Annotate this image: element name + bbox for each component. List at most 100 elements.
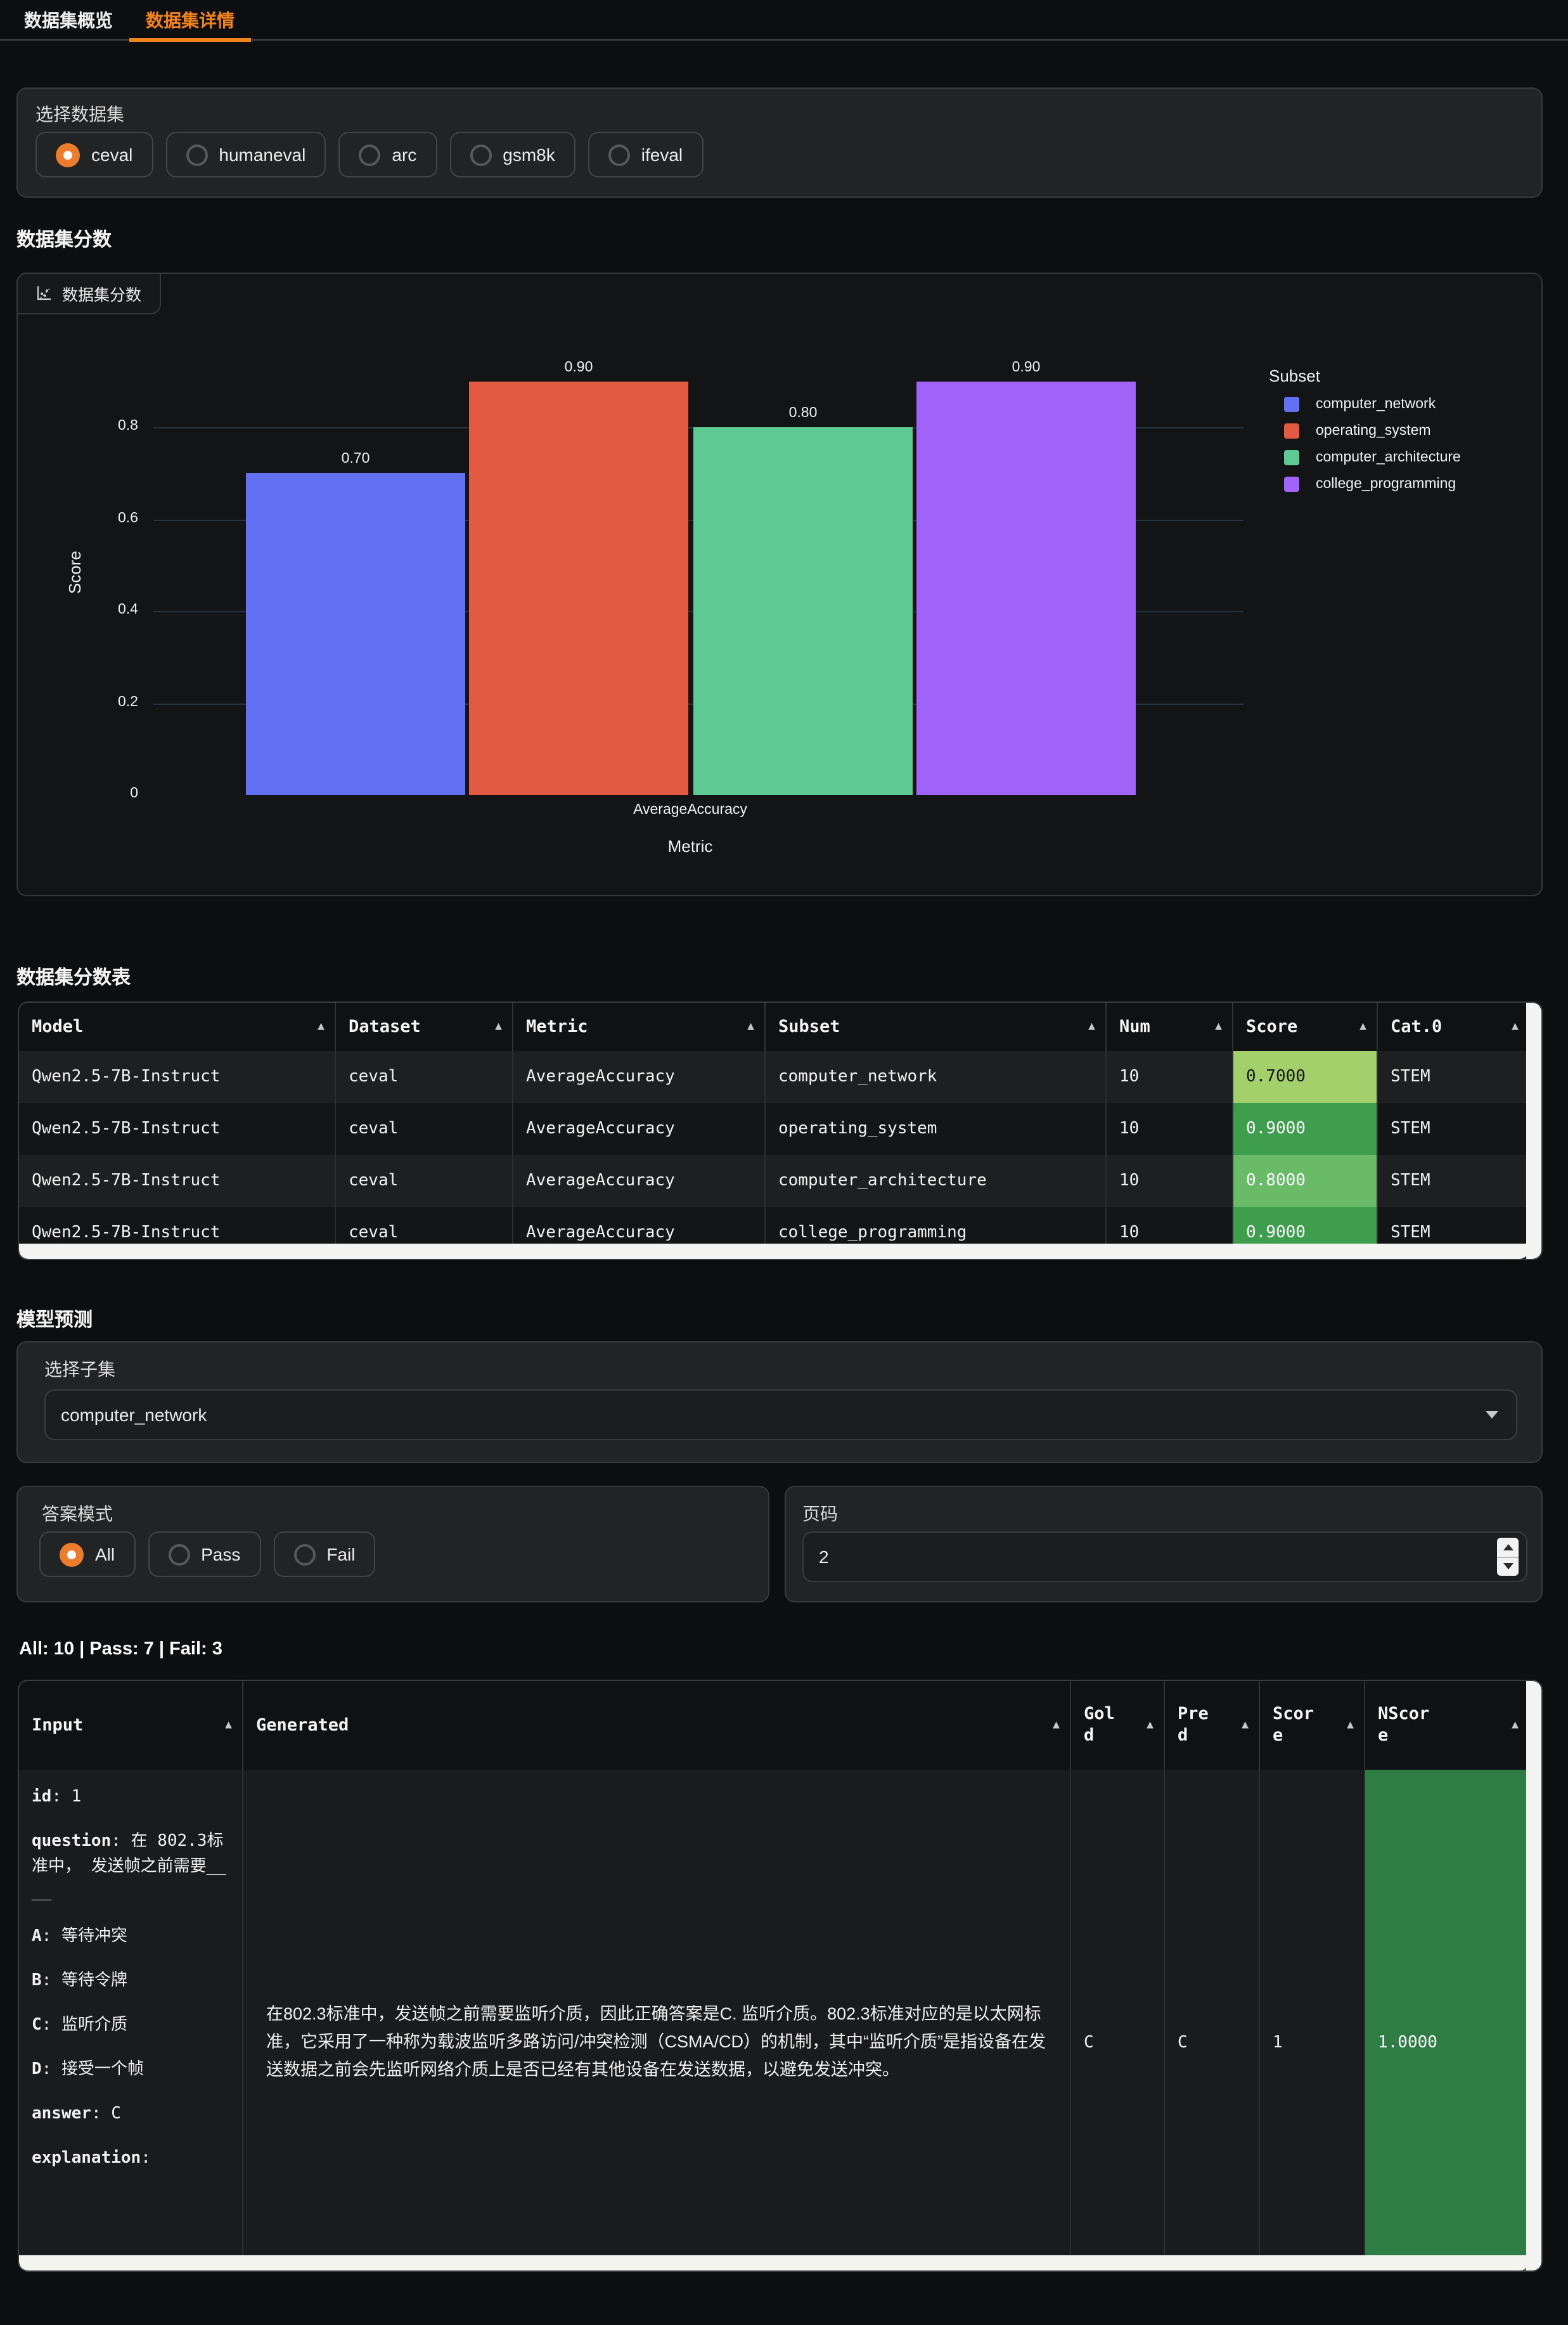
column-header-label: Metric bbox=[526, 1016, 588, 1038]
column-header-subset[interactable]: Subset▲ bbox=[766, 1003, 1107, 1051]
dataset-picker-label: 选择数据集 bbox=[35, 101, 124, 127]
scores-table: Model▲Dataset▲Metric▲Subset▲Num▲Score▲Ca… bbox=[18, 1001, 1543, 1260]
page-number-input[interactable]: 2 bbox=[802, 1531, 1527, 1582]
legend-label: computer_architecture bbox=[1316, 450, 1461, 465]
table-row: Qwen2.5-7B-InstructcevalAverageAccuracyc… bbox=[19, 1155, 1529, 1207]
radio-icon bbox=[168, 1543, 190, 1565]
sort-ascending-icon[interactable]: ▲ bbox=[1242, 1719, 1249, 1732]
sort-ascending-icon[interactable]: ▲ bbox=[1359, 1021, 1366, 1033]
column-header-cat-0[interactable]: Cat.0▲ bbox=[1378, 1003, 1529, 1051]
subset-picker-panel: 选择子集 computer_network bbox=[16, 1341, 1543, 1463]
table-cell: ceval bbox=[336, 1155, 513, 1207]
table-cell: operating_system bbox=[766, 1103, 1107, 1155]
page: 数据集概览数据集详情 选择数据集 ceval humaneval arc gsm8k i… bbox=[0, 0, 1568, 2325]
page-number-value: 2 bbox=[819, 1547, 829, 1567]
tab-dataset-overview[interactable]: 数据集概览 bbox=[8, 0, 129, 39]
radio-icon bbox=[60, 1542, 84, 1566]
score-cell: 0.8000 bbox=[1233, 1155, 1378, 1207]
dataset-option-label: humaneval bbox=[219, 145, 305, 165]
input-field-line: id: 1 bbox=[32, 1785, 229, 1810]
column-header-nscore[interactable]: NScore▲ bbox=[1365, 1681, 1529, 1770]
sort-ascending-icon[interactable]: ▲ bbox=[1347, 1719, 1354, 1732]
gold-cell: C bbox=[1071, 1770, 1165, 2272]
column-header-label: Generated bbox=[256, 1715, 349, 1736]
bar-college_programming[interactable] bbox=[916, 382, 1136, 795]
table-cell: ceval bbox=[336, 1103, 513, 1155]
dataset-option-ceval[interactable]: ceval bbox=[35, 132, 153, 177]
table-cell: STEM bbox=[1378, 1103, 1529, 1155]
sort-ascending-icon[interactable]: ▲ bbox=[1053, 1719, 1060, 1732]
legend-label: computer_network bbox=[1316, 397, 1436, 412]
column-header-metric[interactable]: Metric ▲ bbox=[513, 1003, 766, 1051]
sort-ascending-icon[interactable]: ▲ bbox=[1088, 1021, 1095, 1033]
answer-mode-option-all[interactable]: All bbox=[39, 1531, 135, 1577]
score-chart-tab[interactable]: 数据集分数 bbox=[16, 273, 160, 314]
input-field-line: B: 等待令牌 bbox=[32, 1969, 229, 1994]
score-cell: 0.7000 bbox=[1233, 1051, 1378, 1103]
answer-mode-option-pass[interactable]: Pass bbox=[148, 1531, 260, 1577]
vertical-scrollbar[interactable] bbox=[1526, 1681, 1541, 2270]
scatter-chart-icon bbox=[35, 285, 52, 302]
sort-ascending-icon[interactable]: ▲ bbox=[1512, 1719, 1519, 1732]
number-spinner[interactable] bbox=[1497, 1538, 1519, 1576]
bar-operating_system[interactable] bbox=[469, 382, 688, 795]
dataset-option-gsm8k[interactable]: gsm8k bbox=[449, 132, 575, 177]
column-header-score[interactable]: Score▲ bbox=[1260, 1681, 1365, 1770]
tab-dataset-detail[interactable]: 数据集详情 bbox=[129, 0, 251, 39]
bar-computer_network[interactable] bbox=[246, 473, 465, 795]
sort-ascending-icon[interactable]: ▲ bbox=[1512, 1021, 1519, 1033]
dataset-option-ifeval[interactable]: ifeval bbox=[588, 132, 703, 177]
sort-ascending-icon[interactable]: ▲ bbox=[495, 1021, 502, 1033]
arrow-down-icon[interactable] bbox=[1497, 1557, 1519, 1576]
chevron-down-icon bbox=[1486, 1411, 1498, 1419]
legend-swatch bbox=[1284, 397, 1299, 412]
table-cell: ceval bbox=[336, 1051, 513, 1103]
legend-item-operating_system[interactable]: operating_system bbox=[1284, 422, 1431, 440]
dataset-option-arc[interactable]: arc bbox=[338, 132, 437, 177]
sort-ascending-icon[interactable]: ▲ bbox=[318, 1021, 325, 1033]
subset-dropdown[interactable]: computer_network bbox=[44, 1389, 1517, 1440]
legend-item-college_programming[interactable]: college_programming bbox=[1284, 475, 1456, 493]
answer-mode-panel: 答案模式 All Pass Fail bbox=[16, 1486, 769, 1602]
column-header-num[interactable]: Num▲ bbox=[1107, 1003, 1233, 1051]
column-header-score[interactable]: Score▲ bbox=[1233, 1003, 1378, 1051]
input-field-line: A: 等待冲突 bbox=[32, 1924, 229, 1950]
y-tick-label: 0.6 bbox=[62, 510, 138, 525]
table-cell: 10 bbox=[1107, 1051, 1233, 1103]
sort-ascending-icon[interactable]: ▲ bbox=[225, 1719, 232, 1732]
table-cell: computer_architecture bbox=[766, 1155, 1107, 1207]
column-header-dataset[interactable]: Dataset▲ bbox=[336, 1003, 513, 1051]
table-cell: STEM bbox=[1378, 1051, 1529, 1103]
pass-fail-summary: All: 10 | Pass: 7 | Fail: 3 bbox=[19, 1639, 222, 1659]
bar-computer_architecture[interactable] bbox=[693, 427, 913, 795]
legend-swatch bbox=[1284, 423, 1299, 439]
table-cell: AverageAccuracy bbox=[513, 1103, 766, 1155]
column-header-model[interactable]: Model▲ bbox=[19, 1003, 336, 1051]
vertical-scrollbar[interactable] bbox=[1526, 1003, 1541, 1259]
column-header-input[interactable]: Input▲ bbox=[19, 1681, 243, 1770]
column-header-gold[interactable]: Gold▲ bbox=[1071, 1681, 1165, 1770]
horizontal-scrollbar[interactable] bbox=[19, 2255, 1529, 2270]
horizontal-scrollbar[interactable] bbox=[19, 1244, 1529, 1259]
input-field-line: D: 接受一个帧 bbox=[32, 2058, 229, 2083]
arrow-up-icon[interactable] bbox=[1497, 1538, 1519, 1557]
radio-icon bbox=[293, 1543, 315, 1565]
radio-icon bbox=[470, 144, 491, 165]
column-header-generated[interactable]: Generated ▲ bbox=[243, 1681, 1071, 1770]
page-number-label: 页码 bbox=[802, 1501, 838, 1526]
sort-ascending-icon[interactable]: ▲ bbox=[1215, 1021, 1222, 1033]
prediction-row: id: 1question: 在 802.3标准中， 发送帧之前需要____A:… bbox=[19, 1770, 1529, 2272]
dataset-radio-group: ceval humaneval arc gsm8k ifeval bbox=[35, 132, 703, 177]
column-header-pred[interactable]: Pred▲ bbox=[1165, 1681, 1260, 1770]
legend-label: college_programming bbox=[1316, 477, 1456, 492]
table-row: Qwen2.5-7B-InstructcevalAverageAccuracyc… bbox=[19, 1051, 1529, 1103]
legend-item-computer_network[interactable]: computer_network bbox=[1284, 396, 1436, 413]
pred-cell: C bbox=[1165, 1770, 1260, 2272]
answer-mode-label: 答案模式 bbox=[42, 1501, 113, 1526]
legend-item-computer_architecture[interactable]: computer_architecture bbox=[1284, 449, 1461, 467]
sort-ascending-icon[interactable]: ▲ bbox=[747, 1021, 754, 1033]
sort-ascending-icon[interactable]: ▲ bbox=[1147, 1719, 1154, 1732]
dataset-option-label: arc bbox=[392, 145, 416, 165]
dataset-option-humaneval[interactable]: humaneval bbox=[165, 132, 326, 177]
answer-mode-option-fail[interactable]: Fail bbox=[273, 1531, 375, 1577]
